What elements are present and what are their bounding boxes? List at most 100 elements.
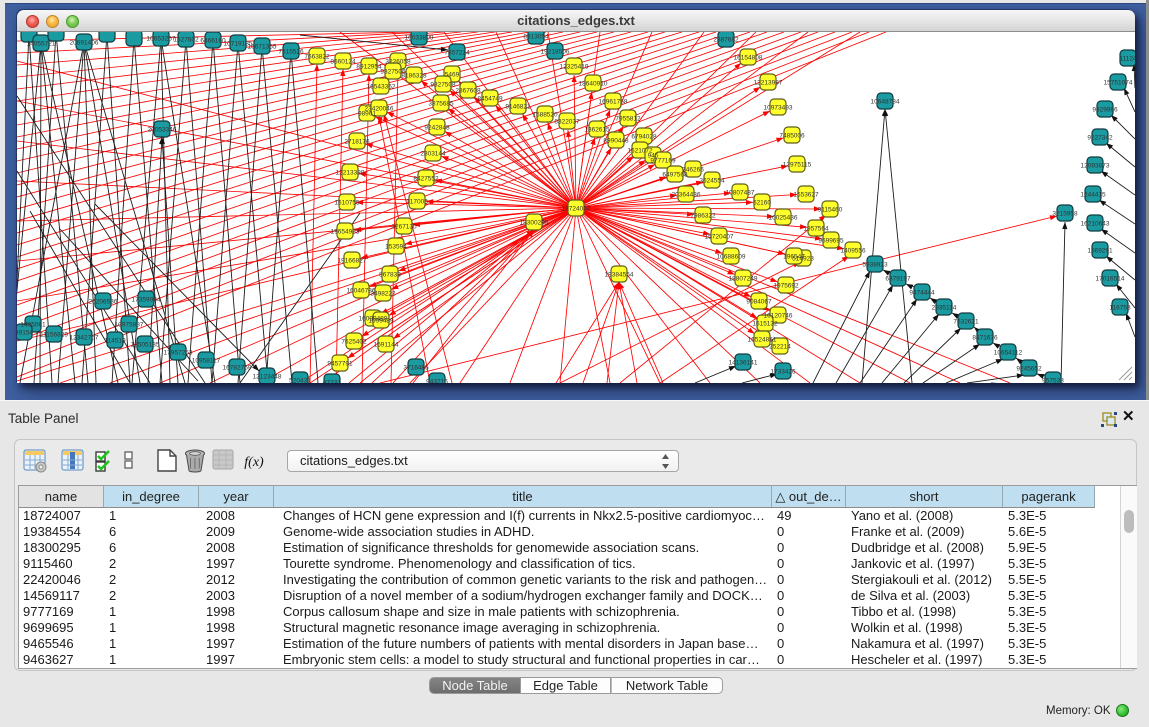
svg-text:17957253: 17957253 (164, 350, 193, 357)
svg-text:5938923: 5938923 (862, 262, 888, 269)
svg-text:1099489: 1099489 (368, 318, 394, 325)
svg-text:10653267: 10653267 (147, 36, 176, 43)
svg-text:196547: 196547 (783, 254, 805, 261)
svg-text:1691144: 1691144 (374, 342, 399, 349)
svg-text:1569291: 1569291 (1087, 248, 1113, 255)
svg-text:3215958: 3215958 (1052, 211, 1078, 218)
svg-text:957533: 957533 (1042, 378, 1064, 384)
svg-text:3875685: 3875685 (428, 101, 454, 108)
svg-text:f(x): f(x) (244, 455, 264, 470)
svg-text:10975887: 10975887 (115, 322, 144, 329)
svg-text:8990448: 8990448 (603, 138, 629, 145)
svg-text:15751074: 15751074 (1104, 80, 1133, 87)
svg-text:16543362: 16543362 (367, 84, 396, 91)
svg-text:2887682: 2887682 (713, 37, 739, 44)
svg-text:11156829: 11156829 (40, 332, 68, 339)
svg-text:12342757: 12342757 (70, 335, 99, 342)
svg-text:7515526: 7515526 (278, 49, 304, 56)
svg-text:116753: 116753 (1109, 305, 1131, 312)
svg-text:9115460: 9115460 (818, 207, 843, 214)
svg-text:10807487: 10807487 (726, 190, 755, 197)
svg-text:1244415: 1244415 (1080, 192, 1106, 199)
svg-text:2803144: 2803144 (420, 151, 446, 158)
svg-text:18724007: 18724007 (562, 206, 591, 213)
svg-text:19166827: 19166827 (338, 258, 367, 265)
svg-text:12093873: 12093873 (1081, 163, 1110, 170)
svg-text:2935114: 2935114 (932, 305, 957, 312)
svg-text:114519: 114519 (104, 338, 126, 345)
svg-text:14136141: 14136141 (729, 360, 758, 367)
svg-text:16524851: 16524851 (748, 337, 777, 344)
svg-text:6879197: 6879197 (885, 276, 911, 283)
svg-text:520431: 520431 (289, 378, 311, 384)
svg-text:3716485: 3716485 (403, 365, 429, 372)
svg-text:16154808: 16154808 (734, 55, 763, 62)
svg-text:17359934: 17359934 (132, 297, 161, 304)
svg-text:62160: 62160 (753, 200, 771, 207)
svg-text:14055721: 14055721 (27, 41, 56, 48)
svg-text:20206536: 20206536 (89, 299, 118, 306)
svg-text:8660124: 8660124 (330, 59, 356, 66)
svg-text:7955812: 7955812 (615, 116, 641, 123)
svg-text:9245652: 9245652 (1016, 366, 1042, 373)
svg-text:2867608: 2867608 (455, 88, 481, 95)
svg-text:8912954: 8912954 (356, 64, 382, 71)
svg-text:9777169: 9777169 (650, 158, 676, 165)
svg-text:10654112: 10654112 (994, 350, 1023, 357)
svg-text:20691406: 20691406 (70, 40, 99, 47)
svg-text:7625402: 7625402 (341, 339, 367, 346)
svg-text:10025436: 10025436 (769, 215, 798, 222)
svg-text:19384554: 19384554 (605, 272, 634, 279)
svg-text:6466160: 6466160 (200, 38, 226, 45)
svg-text:1553627: 1553627 (793, 192, 819, 199)
svg-text:7485006: 7485006 (779, 133, 805, 140)
svg-text:3226058: 3226058 (385, 59, 411, 66)
svg-text:9084067: 9084067 (746, 299, 772, 306)
svg-text:943216: 943216 (426, 379, 448, 384)
svg-text:16033809: 16033809 (405, 35, 434, 42)
svg-text:12505135: 12505135 (131, 342, 160, 349)
svg-text:87231: 87231 (323, 380, 341, 384)
svg-text:12975115: 12975115 (783, 162, 812, 169)
svg-text:9146821: 9146821 (505, 104, 531, 111)
svg-text:16961758: 16961758 (599, 99, 628, 106)
svg-text:9227342: 9227342 (1087, 135, 1113, 142)
svg-text:8454749: 8454749 (477, 96, 503, 103)
svg-text:1435061: 1435061 (20, 322, 46, 329)
svg-text:16671355: 16671355 (248, 44, 277, 51)
svg-text:3267130: 3267130 (391, 224, 417, 231)
svg-text:16782759: 16782759 (223, 365, 252, 372)
svg-text:7663822: 7663822 (304, 54, 330, 61)
svg-text:18640910: 18640910 (579, 81, 608, 88)
svg-text:1975692: 1975692 (773, 283, 799, 290)
svg-text:6794028: 6794028 (631, 134, 657, 141)
svg-text:23420046: 23420046 (365, 106, 394, 113)
svg-text:12123448: 12123448 (253, 374, 282, 381)
svg-text:1957564: 1957564 (803, 226, 829, 233)
svg-text:16210643: 16210643 (1081, 221, 1110, 228)
svg-text:153594: 153594 (385, 244, 407, 251)
svg-text:9329966: 9329966 (1092, 107, 1118, 114)
svg-text:7986322: 7986322 (690, 213, 716, 220)
svg-text:9327508: 9327508 (430, 82, 456, 89)
svg-text:20364436: 20364436 (672, 192, 701, 199)
svg-text:8322037: 8322037 (554, 119, 580, 126)
svg-text:20053346: 20053346 (148, 127, 177, 134)
svg-text:9457791: 9457791 (327, 361, 353, 368)
svg-text:252214: 252214 (769, 344, 791, 351)
svg-text:1610755: 1610755 (334, 200, 360, 207)
svg-text:17016514: 17016514 (1096, 276, 1125, 283)
svg-text:10688609: 10688609 (717, 254, 746, 261)
svg-text:12213389: 12213389 (336, 170, 365, 177)
svg-text:1733426: 1733426 (770, 369, 796, 376)
svg-text:317006: 317006 (406, 199, 428, 206)
svg-text:2718176: 2718176 (344, 139, 370, 146)
svg-text:18300295: 18300295 (520, 220, 549, 227)
svg-text:10973493: 10973493 (764, 105, 793, 112)
svg-text:1588520: 1588520 (532, 112, 558, 119)
svg-text:3498222: 3498222 (370, 291, 396, 298)
svg-text:8427552: 8427552 (413, 176, 439, 183)
svg-text:10648784: 10648784 (871, 99, 900, 106)
svg-text:7632621: 7632621 (953, 319, 979, 326)
svg-text:8186328: 8186328 (401, 73, 427, 80)
